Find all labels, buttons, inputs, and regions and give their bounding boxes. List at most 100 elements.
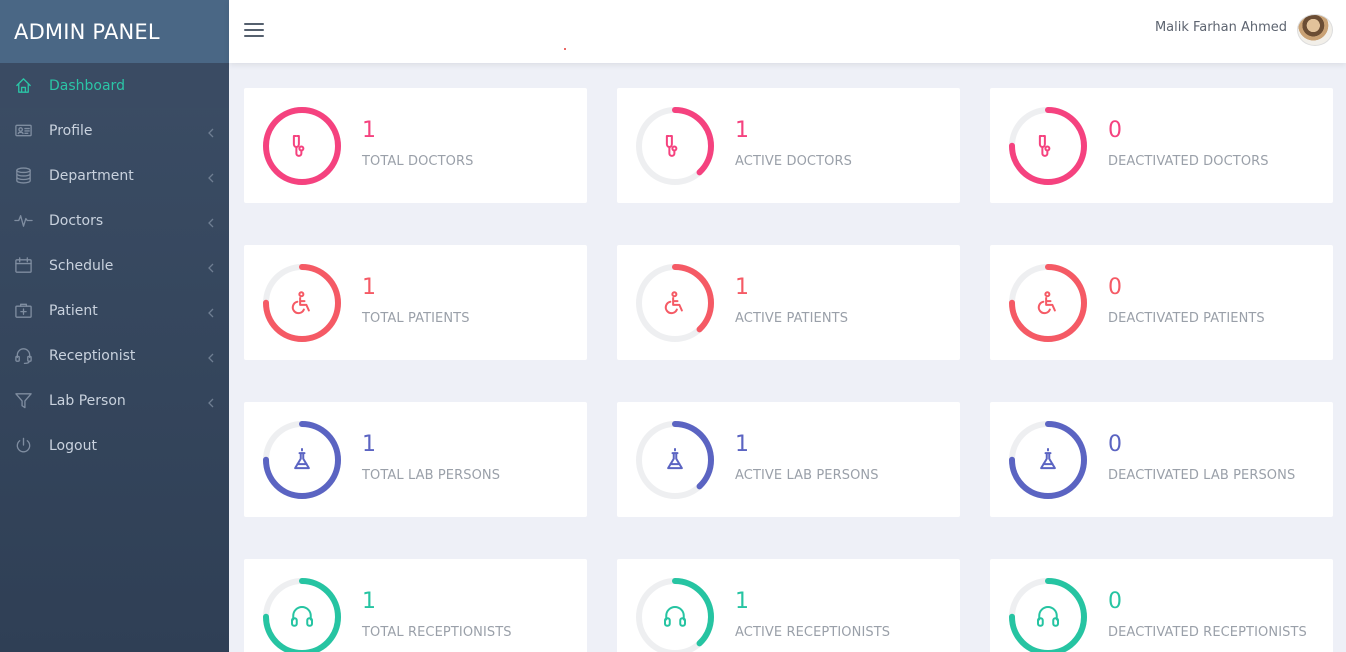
stat-count: 1 [362, 432, 376, 457]
user-name[interactable]: Malik Farhan Ahmed [1155, 20, 1287, 35]
sidebar-item-label: Dashboard [49, 77, 125, 94]
stethoscope-icon [1033, 131, 1063, 161]
progress-ring [261, 419, 343, 501]
pulse-icon [13, 211, 33, 231]
stethoscope-icon [660, 131, 690, 161]
stat-card-total-doctors[interactable]: 1 TOTAL DOCTORS [244, 88, 587, 203]
sidebar-item-label: Logout [49, 437, 97, 454]
sidebar-item-label: Profile [49, 122, 93, 139]
headphones-icon [287, 602, 317, 632]
menu-toggle-icon[interactable] [244, 23, 264, 37]
chevron-left-icon [207, 216, 215, 227]
filter-icon [13, 391, 33, 411]
stat-label: TOTAL RECEPTIONISTS [362, 625, 512, 640]
stat-label: ACTIVE PATIENTS [735, 311, 849, 326]
progress-ring [634, 262, 716, 344]
sidebar-item-patient[interactable]: Patient [0, 288, 229, 333]
headphones-icon [660, 602, 690, 632]
stat-count: 0 [1108, 432, 1122, 457]
stat-label: DEACTIVATED PATIENTS [1108, 311, 1265, 326]
progress-ring [1007, 576, 1089, 652]
chevron-left-icon [207, 126, 215, 137]
brand-title: ADMIN PANEL [14, 19, 160, 44]
chevron-left-icon [207, 171, 215, 182]
flask-icon [287, 445, 317, 475]
power-icon [13, 436, 33, 456]
stat-label: ACTIVE LAB PERSONS [735, 468, 879, 483]
stat-count: 0 [1108, 275, 1122, 300]
stat-count: 0 [1108, 589, 1122, 614]
medical-kit-icon [13, 301, 33, 321]
stat-card-active-doctors[interactable]: 1 ACTIVE DOCTORS [617, 88, 960, 203]
stat-card-deactivated-doctors[interactable]: 0 DEACTIVATED DOCTORS [990, 88, 1333, 203]
stat-card-total-patients[interactable]: 1 TOTAL PATIENTS [244, 245, 587, 360]
sidebar-item-label: Receptionist [49, 347, 136, 364]
stat-card-total-lab-persons[interactable]: 1 TOTAL LAB PERSONS [244, 402, 587, 517]
stat-card-active-lab-persons[interactable]: 1 ACTIVE LAB PERSONS [617, 402, 960, 517]
progress-ring [261, 262, 343, 344]
avatar[interactable] [1297, 14, 1333, 46]
progress-ring [1007, 105, 1089, 187]
stat-card-total-receptionists[interactable]: 1 TOTAL RECEPTIONISTS [244, 559, 587, 652]
wheelchair-icon [287, 288, 317, 318]
stat-label: DEACTIVATED LAB PERSONS [1108, 468, 1296, 483]
stat-count: 1 [735, 275, 749, 300]
stat-card-deactivated-lab-persons[interactable]: 0 DEACTIVATED LAB PERSONS [990, 402, 1333, 517]
red-dot [564, 48, 566, 50]
progress-ring [1007, 419, 1089, 501]
sidebar-item-logout[interactable]: Logout [0, 423, 229, 468]
sidebar-item-label: Department [49, 167, 134, 184]
sidebar-item-doctors[interactable]: Doctors [0, 198, 229, 243]
stat-count: 1 [735, 432, 749, 457]
stat-count: 1 [735, 118, 749, 143]
sidebar-item-label: Patient [49, 302, 98, 319]
sidebar-item-profile[interactable]: Profile [0, 108, 229, 153]
sidebar-item-receptionist[interactable]: Receptionist [0, 333, 229, 378]
stat-label: TOTAL LAB PERSONS [362, 468, 501, 483]
wheelchair-icon [1033, 288, 1063, 318]
stat-label: DEACTIVATED DOCTORS [1108, 154, 1269, 169]
sidebar-item-lab-person[interactable]: Lab Person [0, 378, 229, 423]
flask-icon [1033, 445, 1063, 475]
calendar-icon [13, 256, 33, 276]
sidebar: ADMIN PANEL Dashboard Profile Department Do… [0, 0, 229, 652]
stat-label: ACTIVE DOCTORS [735, 154, 852, 169]
sidebar-item-department[interactable]: Department [0, 153, 229, 198]
home-icon [13, 76, 33, 96]
brand[interactable]: ADMIN PANEL [0, 0, 229, 63]
sidebar-item-label: Schedule [49, 257, 114, 274]
sidebar-nav: Dashboard Profile Department Doctors Schedul… [0, 63, 229, 468]
progress-ring [634, 105, 716, 187]
stat-count: 1 [362, 589, 376, 614]
stethoscope-icon [287, 131, 317, 161]
headphones-icon [1033, 602, 1063, 632]
stat-card-active-patients[interactable]: 1 ACTIVE PATIENTS [617, 245, 960, 360]
chevron-left-icon [207, 261, 215, 272]
top-header: Malik Farhan Ahmed [229, 0, 1346, 63]
progress-ring [261, 576, 343, 652]
id-card-icon [13, 121, 33, 141]
progress-ring [261, 105, 343, 187]
database-icon [13, 166, 33, 186]
stat-count: 0 [1108, 118, 1122, 143]
sidebar-item-dashboard[interactable]: Dashboard [0, 63, 229, 108]
stat-card-deactivated-receptionists[interactable]: 0 DEACTIVATED RECEPTIONISTS [990, 559, 1333, 652]
chevron-left-icon [207, 306, 215, 317]
headset-icon [13, 346, 33, 366]
wheelchair-icon [660, 288, 690, 318]
progress-ring [634, 419, 716, 501]
sidebar-item-schedule[interactable]: Schedule [0, 243, 229, 288]
stat-card-deactivated-patients[interactable]: 0 DEACTIVATED PATIENTS [990, 245, 1333, 360]
chevron-left-icon [207, 351, 215, 362]
stat-label: TOTAL DOCTORS [362, 154, 474, 169]
stat-card-active-receptionists[interactable]: 1 ACTIVE RECEPTIONISTS [617, 559, 960, 652]
stat-count: 1 [362, 118, 376, 143]
stat-label: ACTIVE RECEPTIONISTS [735, 625, 891, 640]
sidebar-item-label: Doctors [49, 212, 104, 229]
stat-count: 1 [735, 589, 749, 614]
progress-ring [1007, 262, 1089, 344]
chevron-left-icon [207, 396, 215, 407]
stat-label: TOTAL PATIENTS [362, 311, 470, 326]
stat-count: 1 [362, 275, 376, 300]
stat-label: DEACTIVATED RECEPTIONISTS [1108, 625, 1307, 640]
